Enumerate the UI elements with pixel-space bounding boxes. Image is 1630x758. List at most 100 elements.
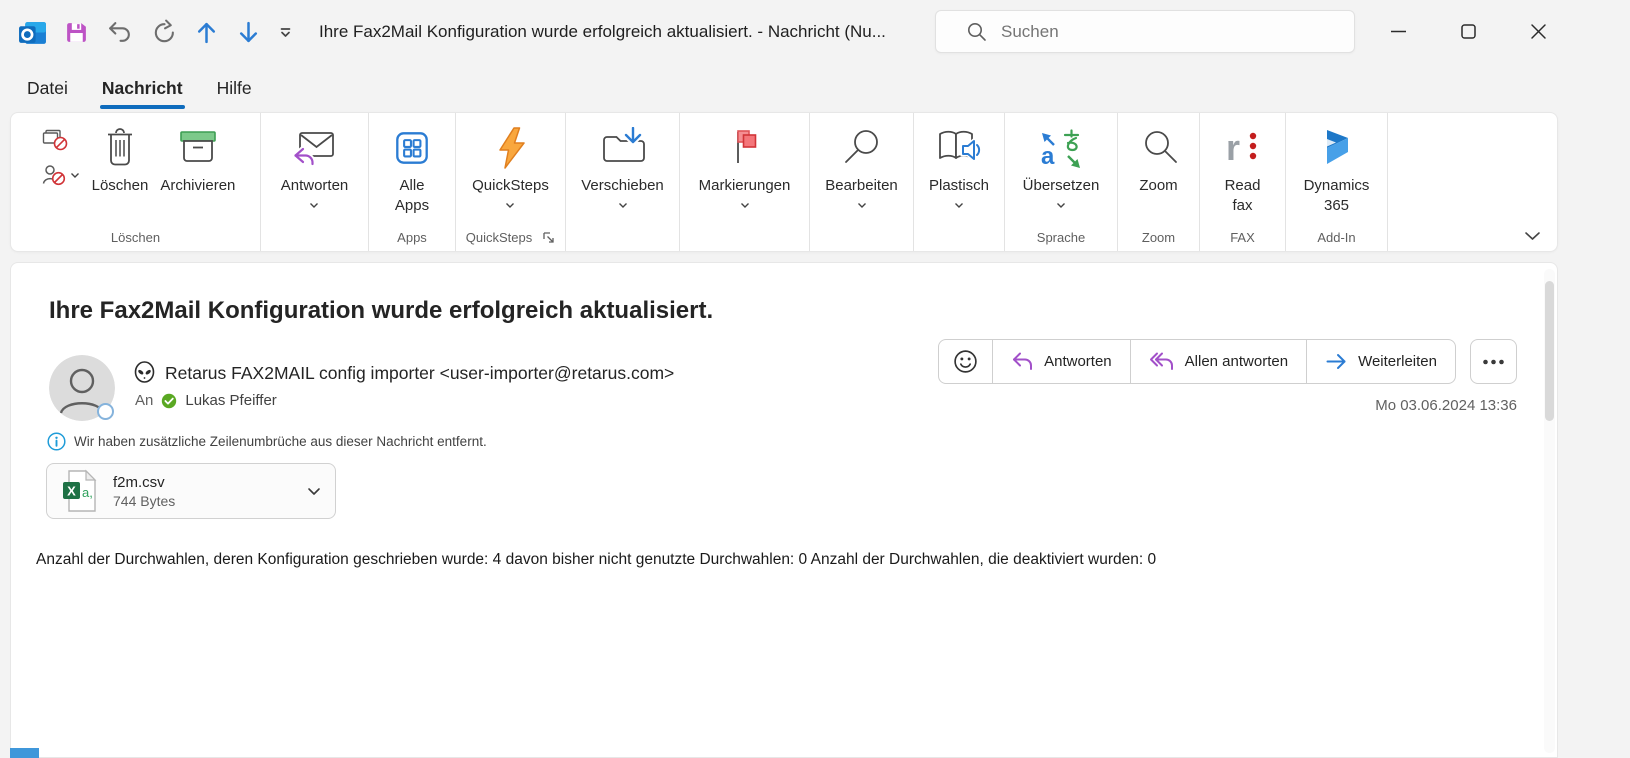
translate-button[interactable]: a Übersetzen <box>1017 121 1106 213</box>
reply-envelope-icon <box>291 125 337 171</box>
chevron-down-icon <box>1524 231 1541 241</box>
block-sender-button[interactable] <box>42 164 80 186</box>
quicksteps-button[interactable]: QuickSteps <box>466 121 555 213</box>
ribbon: Löschen Archivieren Löschen <box>10 112 1558 252</box>
ribbon-filler <box>1388 113 1557 251</box>
message-subject: Ihre Fax2Mail Konfiguration wurde erfolg… <box>49 297 713 325</box>
window-title: Ihre Fax2Mail Konfiguration wurde erfolg… <box>319 22 886 42</box>
move-down-button[interactable] <box>236 20 261 45</box>
chevron-down-icon <box>954 202 964 209</box>
magnifier-icon <box>842 125 882 171</box>
group-label-apps: Apps <box>369 223 455 251</box>
ribbon-group-bearbeiten: Bearbeiten <box>810 113 914 251</box>
lightning-bolt-icon <box>492 125 528 171</box>
minimize-button[interactable] <box>1363 0 1433 62</box>
reply-button-group: Antworten Allen antworten Weiterlei <box>938 339 1456 384</box>
menubar: Datei Nachricht Hilfe <box>0 64 254 112</box>
archive-button[interactable]: Archivieren <box>154 121 241 200</box>
message-body: Anzahl der Durchwahlen, deren Konfigurat… <box>36 551 1516 569</box>
apps-grid-icon <box>391 125 433 171</box>
smiley-icon <box>952 348 979 375</box>
message-pane: Ihre Fax2Mail Konfiguration wurde erfolg… <box>10 262 1558 758</box>
attachment-card[interactable]: X a, f2m.csv 744 Bytes <box>46 463 336 519</box>
ribbon-group-quicksteps: QuickSteps QuickSteps <box>456 113 566 251</box>
search-input[interactable] <box>1001 22 1301 42</box>
react-button[interactable] <box>939 340 992 383</box>
chevron-down-icon <box>70 172 80 179</box>
more-options-icon <box>1482 359 1505 365</box>
editing-button[interactable]: Bearbeiten <box>819 121 904 213</box>
csv-file-icon: X a, <box>61 469 99 513</box>
tab-nachricht[interactable]: Nachricht <box>100 74 185 103</box>
close-button[interactable] <box>1503 0 1573 62</box>
bottom-blue-strip <box>10 748 39 758</box>
search-icon <box>966 21 987 42</box>
move-up-button[interactable] <box>194 20 219 45</box>
scrollbar[interactable] <box>1544 269 1555 753</box>
all-apps-button[interactable]: Alle Apps <box>382 121 442 219</box>
group-label-addin: Add-In <box>1286 223 1387 251</box>
message-actions: Antworten Allen antworten Weiterlei <box>938 339 1517 384</box>
undo-button[interactable] <box>106 19 133 46</box>
tags-button[interactable]: Markierungen <box>693 121 797 213</box>
dialog-launcher-icon[interactable] <box>542 231 555 244</box>
attachment-name: f2m.csv <box>113 474 293 491</box>
customize-toolbar-chevron-icon[interactable] <box>278 26 293 39</box>
sender-name[interactable]: Retarus FAX2MAIL config importer <user-i… <box>165 363 674 384</box>
retarus-read-fax-icon: r <box>1224 125 1262 171</box>
ribbon-group-loeschen: Löschen Archivieren Löschen <box>11 113 261 251</box>
tab-datei[interactable]: Datei <box>25 74 70 103</box>
svg-text:X: X <box>67 484 76 499</box>
reply-button[interactable]: Antworten <box>992 340 1130 383</box>
reply-menu-button[interactable]: Antworten <box>275 121 355 213</box>
zoom-button[interactable]: Zoom <box>1133 121 1185 200</box>
flag-icon <box>725 125 765 171</box>
attachment-dropdown-chevron-icon[interactable] <box>307 487 321 496</box>
forward-arrow-icon <box>1325 351 1348 372</box>
notice-bar: Wir haben zusätzliche Zeilenumbrüche aus… <box>47 432 487 451</box>
trash-icon <box>103 125 137 171</box>
notice-text: Wir haben zusätzliche Zeilenumbrüche aus… <box>74 434 487 449</box>
recipient-line: An Lukas Pfeiffer <box>135 392 277 409</box>
svg-text:r: r <box>1226 127 1240 168</box>
ribbon-group-addin: Dynamics 365 Add-In <box>1286 113 1388 251</box>
chevron-down-icon <box>618 202 628 209</box>
translate-icon: a <box>1038 125 1084 171</box>
dynamics-365-button[interactable]: Dynamics 365 <box>1291 121 1383 219</box>
tab-hilfe[interactable]: Hilfe <box>215 74 254 103</box>
search-box[interactable] <box>935 10 1355 53</box>
ribbon-group-sprache: a Übersetzen Sprache <box>1005 113 1118 251</box>
chevron-down-icon <box>1056 202 1066 209</box>
scrollbar-thumb[interactable] <box>1545 281 1554 421</box>
ignore-button[interactable] <box>42 129 80 152</box>
immersive-reader-button[interactable]: Plastisch <box>923 121 995 213</box>
zoom-magnifier-icon <box>1139 125 1179 171</box>
collapse-ribbon-button[interactable] <box>1524 231 1541 241</box>
delete-button[interactable]: Löschen <box>86 121 155 200</box>
outlook-logo-icon <box>18 18 47 47</box>
redo-button[interactable] <box>150 19 177 46</box>
group-label-quicksteps: QuickSteps <box>456 223 565 251</box>
save-button[interactable] <box>64 20 89 45</box>
block-sender-icon <box>42 164 66 186</box>
info-icon <box>47 432 66 451</box>
ribbon-group-zoom: Zoom Zoom <box>1118 113 1200 251</box>
reply-all-button[interactable]: Allen antworten <box>1130 340 1306 383</box>
move-button[interactable]: Verschieben <box>575 121 670 213</box>
recipient-name[interactable]: Lukas Pfeiffer <box>185 392 276 409</box>
maximize-button[interactable] <box>1433 0 1503 62</box>
sender-line: Retarus FAX2MAIL config importer <user-i… <box>133 361 674 385</box>
titlebar: Ihre Fax2Mail Konfiguration wurde erfolg… <box>0 0 1630 64</box>
group-label-loeschen: Löschen <box>11 223 260 251</box>
reply-arrow-icon <box>1011 351 1034 372</box>
alien-face-icon <box>133 361 156 385</box>
more-options-button[interactable] <box>1470 339 1517 384</box>
move-folder-icon <box>599 125 647 171</box>
ribbon-group-antworten: Antworten <box>261 113 369 251</box>
ignore-mail-icon <box>42 129 69 152</box>
quick-access-toolbar <box>0 18 293 47</box>
group-label-fax: FAX <box>1200 223 1285 251</box>
read-fax-button[interactable]: r Read fax <box>1214 121 1272 219</box>
chevron-down-icon <box>505 202 515 209</box>
forward-button[interactable]: Weiterleiten <box>1306 340 1455 383</box>
